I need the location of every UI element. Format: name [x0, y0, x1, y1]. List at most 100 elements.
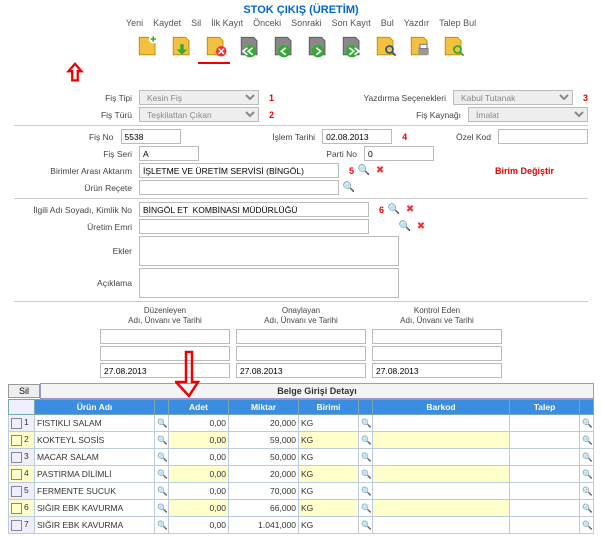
row-urun-search-icon[interactable]: 🔍	[155, 466, 169, 483]
tool-last-icon[interactable]	[338, 32, 366, 60]
tool-first-icon[interactable]	[236, 32, 264, 60]
ekler-textarea[interactable]	[139, 236, 399, 266]
birim-search-icon[interactable]: 🔍	[358, 165, 370, 177]
row-urun-search-icon[interactable]: 🔍	[155, 483, 169, 500]
table-row[interactable]: 3MACAR SALAM🔍0,0050,000KG🔍🔍	[9, 449, 594, 466]
row-adet: 0,00	[169, 415, 229, 432]
aciklama-textarea[interactable]	[139, 268, 399, 298]
tool-delete-icon[interactable]	[202, 32, 230, 60]
urun-recete-input[interactable]	[139, 180, 339, 195]
aciklama-label: Açıklama	[14, 278, 135, 288]
sig3-title-input[interactable]	[372, 346, 502, 361]
col-adet: Adet	[169, 400, 229, 415]
sig2-name-input[interactable]	[236, 329, 366, 344]
table-row[interactable]: 6SIĞIR EBK KAVURMA🔍0,0066,000KG🔍🔍	[9, 500, 594, 517]
fis-tipi-label: Fiş Tipi	[14, 93, 135, 103]
row-miktar: 50,000	[229, 449, 299, 466]
ilgili-clear-icon[interactable]: ✖	[404, 204, 416, 216]
menu-sonraki[interactable]: Sonraki	[291, 18, 322, 28]
row-birimi-search-icon[interactable]: 🔍	[359, 449, 373, 466]
menu-yazdir[interactable]: Yazdır	[404, 18, 429, 28]
row-birimi: KG	[299, 415, 359, 432]
yazdir-select[interactable]: Kabul Tutanak	[453, 90, 573, 105]
table-row[interactable]: 1FISTIKLI SALAM🔍0,0020,000KG🔍🔍	[9, 415, 594, 432]
yazdir-label: Yazdırma Seçenekleri	[356, 93, 449, 103]
table-row[interactable]: 5FERMENTE SUCUK🔍0,0070,000KG🔍🔍	[9, 483, 594, 500]
uretim-emri-input[interactable]	[139, 219, 369, 234]
row-checkbox[interactable]: 1	[9, 415, 35, 432]
recete-search-icon[interactable]: 🔍	[343, 182, 355, 194]
menu-onceki[interactable]: Önceki	[253, 18, 281, 28]
ilgili-input[interactable]	[139, 202, 369, 217]
row-urun-search-icon[interactable]: 🔍	[155, 432, 169, 449]
row-birimi-search-icon[interactable]: 🔍	[359, 500, 373, 517]
tool-print-icon[interactable]	[406, 32, 434, 60]
row-checkbox[interactable]: 2	[9, 432, 35, 449]
fis-tipi-select[interactable]: Kesin Fiş	[139, 90, 259, 105]
row-checkbox[interactable]: 7	[9, 517, 35, 534]
row-talep-search-icon[interactable]: 🔍	[580, 466, 594, 483]
row-birimi-search-icon[interactable]: 🔍	[359, 466, 373, 483]
row-checkbox[interactable]: 5	[9, 483, 35, 500]
fis-turu-select[interactable]: Teşkilattan Çıkan	[139, 107, 259, 122]
row-talep-search-icon[interactable]: 🔍	[580, 449, 594, 466]
table-row[interactable]: 7SIĞIR EBK KAVURMA🔍0,001.041,000KG🔍🔍	[9, 517, 594, 534]
tool-new-icon[interactable]	[134, 32, 162, 60]
ilgili-search-icon[interactable]: 🔍	[388, 204, 400, 216]
row-urun-search-icon[interactable]: 🔍	[155, 415, 169, 432]
sig1-date-input[interactable]	[100, 363, 230, 378]
menu-son-kayit[interactable]: Son Kayıt	[332, 18, 371, 28]
row-talep-search-icon[interactable]: 🔍	[580, 517, 594, 534]
row-urun-search-icon[interactable]: 🔍	[155, 500, 169, 517]
sig2-date-input[interactable]	[236, 363, 366, 378]
grid-delete-button[interactable]: Sil	[8, 384, 40, 398]
birim-clear-icon[interactable]: ✖	[374, 165, 386, 177]
sig1-title-input[interactable]	[100, 346, 230, 361]
emir-clear-icon[interactable]: ✖	[415, 221, 427, 233]
row-talep-search-icon[interactable]: 🔍	[580, 500, 594, 517]
row-checkbox[interactable]: 3	[9, 449, 35, 466]
fis-seri-input[interactable]	[139, 146, 199, 161]
urun-recete-label: Ürün Reçete	[14, 183, 135, 193]
fis-no-input[interactable]	[121, 129, 181, 144]
row-adet: 0,00	[169, 449, 229, 466]
ozel-kod-input[interactable]	[498, 129, 588, 144]
sig2-title-input[interactable]	[236, 346, 366, 361]
parti-no-input[interactable]	[364, 146, 434, 161]
fis-kaynagi-select[interactable]: İmalat	[468, 107, 588, 122]
menu-kaydet[interactable]: Kaydet	[153, 18, 181, 28]
menu-bul[interactable]: Bul	[381, 18, 394, 28]
emir-search-icon[interactable]: 🔍	[399, 221, 411, 233]
table-row[interactable]: 2KOKTEYL SOSİS🔍0,0059,000KG🔍🔍	[9, 432, 594, 449]
menu-ilk-kayit[interactable]: İlk Kayıt	[211, 18, 243, 28]
birim-aktarim-input[interactable]	[139, 163, 339, 178]
row-birimi-search-icon[interactable]: 🔍	[359, 517, 373, 534]
row-talep-search-icon[interactable]: 🔍	[580, 483, 594, 500]
tool-find-demand-icon[interactable]	[440, 32, 468, 60]
tool-find-icon[interactable]	[372, 32, 400, 60]
row-birimi-search-icon[interactable]: 🔍	[359, 432, 373, 449]
birim-degistir-link[interactable]: Birim Değiştir	[495, 166, 554, 176]
row-miktar: 20,000	[229, 415, 299, 432]
menu-yeni[interactable]: Yeni	[126, 18, 143, 28]
table-row[interactable]: 4PASTIRMA DİLİMLİ🔍0,0020,000KG🔍🔍	[9, 466, 594, 483]
sig3-name-input[interactable]	[372, 329, 502, 344]
menu-sil[interactable]: Sil	[191, 18, 201, 28]
menu-talep-bul[interactable]: Talep Bul	[439, 18, 476, 28]
row-checkbox[interactable]: 6	[9, 500, 35, 517]
row-talep-search-icon[interactable]: 🔍	[580, 415, 594, 432]
sig3-date-input[interactable]	[372, 363, 502, 378]
row-birimi-search-icon[interactable]: 🔍	[359, 483, 373, 500]
row-urun-search-icon[interactable]: 🔍	[155, 449, 169, 466]
row-urun-search-icon[interactable]: 🔍	[155, 517, 169, 534]
row-checkbox[interactable]: 4	[9, 466, 35, 483]
row-birimi-search-icon[interactable]: 🔍	[359, 415, 373, 432]
tool-prev-icon[interactable]	[270, 32, 298, 60]
islem-tarihi-input[interactable]	[322, 129, 392, 144]
row-talep-search-icon[interactable]: 🔍	[580, 432, 594, 449]
tool-save-icon[interactable]	[168, 32, 196, 60]
tool-next-icon[interactable]	[304, 32, 332, 60]
row-barkod	[373, 432, 510, 449]
sig1-name-input[interactable]	[100, 329, 230, 344]
row-birimi: KG	[299, 432, 359, 449]
